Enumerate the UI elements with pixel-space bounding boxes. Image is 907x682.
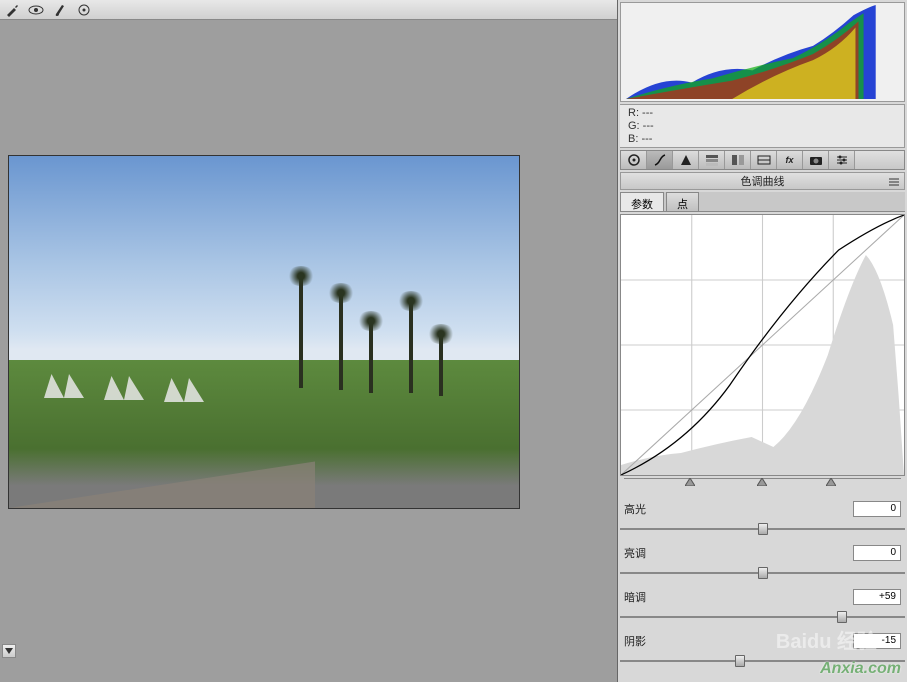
watermark-baidu: Baidu 经验 <box>776 625 877 654</box>
highlights-track[interactable] <box>620 528 905 530</box>
tab-camera-icon[interactable] <box>803 151 829 169</box>
shadows-label: 阴影 <box>624 633 674 649</box>
lights-value[interactable]: 0 <box>853 545 901 561</box>
readout-b: B: --- <box>628 133 896 146</box>
tab-fx-icon[interactable]: fx <box>777 151 803 169</box>
tab-basic-icon[interactable] <box>621 151 647 169</box>
split-marker-highlights[interactable] <box>826 478 836 486</box>
lights-track[interactable] <box>620 572 905 574</box>
tab-parametric[interactable]: 参数 <box>620 192 664 211</box>
readout-g: G: --- <box>628 120 896 133</box>
rgb-readout: R: --- G: --- B: --- <box>620 104 905 148</box>
shadows-thumb[interactable] <box>735 655 745 667</box>
watermark-anxia: Anxia.com <box>820 660 901 678</box>
image-preview[interactable] <box>8 155 520 509</box>
split-marker-shadows[interactable] <box>685 478 695 486</box>
highlights-value[interactable]: 0 <box>853 501 901 517</box>
eyedropper-icon[interactable] <box>4 2 20 18</box>
curve-subtabs: 参数 点 <box>620 192 905 212</box>
darks-label: 暗调 <box>624 589 674 605</box>
darks-thumb[interactable] <box>837 611 847 623</box>
panel-tab-strip: fx <box>620 150 905 170</box>
palm-tree <box>369 323 373 393</box>
region-split-track[interactable] <box>624 478 901 490</box>
palm-tree <box>299 278 303 388</box>
darks-value[interactable]: +59 <box>853 589 901 605</box>
highlights-label: 高光 <box>624 501 674 517</box>
brush-icon[interactable] <box>52 2 68 18</box>
palm-tree <box>339 295 343 390</box>
tab-lens-icon[interactable] <box>751 151 777 169</box>
zoom-menu-button[interactable] <box>2 644 16 658</box>
highlights-thumb[interactable] <box>758 523 768 535</box>
panel-menu-icon[interactable] <box>888 175 900 193</box>
slider-lights: 亮调 0 <box>618 538 907 574</box>
tab-presets-icon[interactable] <box>829 151 855 169</box>
canvas-area <box>0 20 610 660</box>
tab-point[interactable]: 点 <box>666 192 699 211</box>
histogram <box>620 2 905 102</box>
split-marker-mid[interactable] <box>757 478 767 486</box>
right-panel: R: --- G: --- B: --- fx 色调曲线 参数 点 <box>617 0 907 682</box>
palm-tree <box>409 303 413 393</box>
palm-tree <box>439 336 443 396</box>
panel-title: 色调曲线 <box>620 172 905 190</box>
curve-editor[interactable] <box>620 214 905 476</box>
eye-icon[interactable] <box>28 2 44 18</box>
tab-split-icon[interactable] <box>725 151 751 169</box>
slider-highlights: 高光 0 <box>618 494 907 530</box>
darks-track[interactable] <box>620 616 905 618</box>
tab-hsl-icon[interactable] <box>699 151 725 169</box>
panel-title-label: 色调曲线 <box>741 176 785 188</box>
curve-svg <box>621 215 904 475</box>
slider-darks: 暗调 +59 <box>618 582 907 618</box>
tab-curve-icon[interactable] <box>647 151 673 169</box>
readout-r: R: --- <box>628 107 896 120</box>
target-icon[interactable] <box>76 2 92 18</box>
tab-detail-icon[interactable] <box>673 151 699 169</box>
histogram-svg <box>621 3 904 101</box>
lights-thumb[interactable] <box>758 567 768 579</box>
lights-label: 亮调 <box>624 545 674 561</box>
